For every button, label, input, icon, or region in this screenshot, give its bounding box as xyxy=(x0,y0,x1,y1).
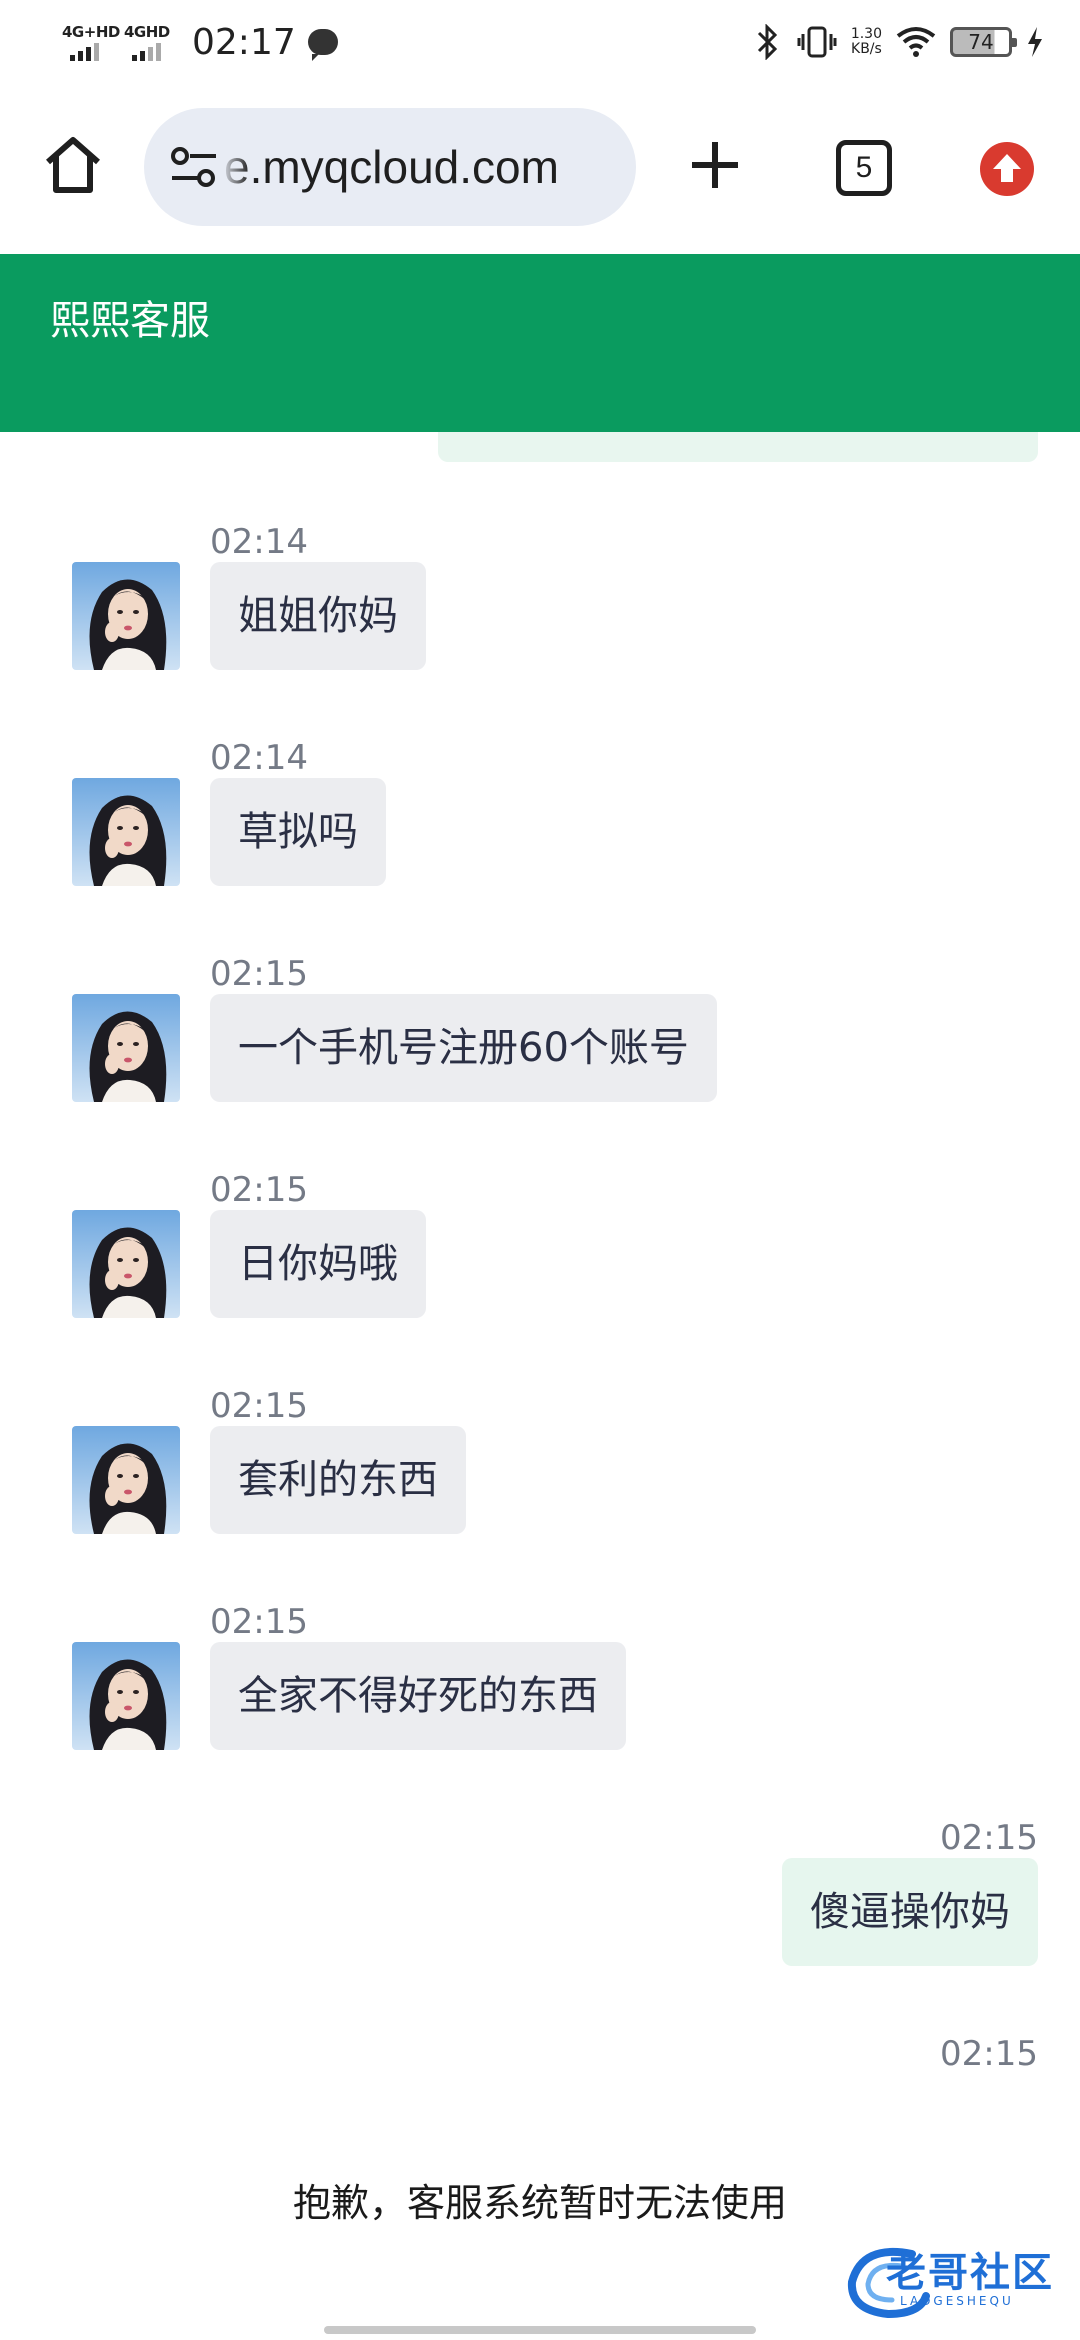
page-title: 熙熙客服 xyxy=(50,298,210,344)
bluetooth-icon xyxy=(757,24,777,60)
charging-icon xyxy=(1028,27,1042,57)
avatar[interactable] xyxy=(72,1426,180,1534)
message-time: 02:15 xyxy=(210,1170,308,1210)
watermark-text: 老哥社区 xyxy=(886,2250,1054,2296)
system-notice: 抱歉，客服系统暂时无法使用 xyxy=(292,2181,787,2225)
avatar[interactable] xyxy=(72,778,180,886)
avatar[interactable] xyxy=(72,994,180,1102)
message-time: 02:14 xyxy=(210,522,308,562)
message-bubble[interactable]: 全家不得好死的东西 xyxy=(210,1642,626,1750)
battery-level: 74 xyxy=(968,30,994,54)
message-bubble[interactable]: 草拟吗 xyxy=(210,778,386,886)
network-type-2: 4GHD xyxy=(124,23,170,41)
status-bar: 4G+HD 4GHD 02:17 1.30 KB/s 74 xyxy=(0,0,1080,84)
message-time: 02:15 xyxy=(210,954,308,994)
message-notification-icon xyxy=(307,29,338,61)
message-time: 02:15 xyxy=(210,1602,308,1642)
signal-2-icon: 4GHD xyxy=(124,21,182,63)
tab-count: 5 xyxy=(855,151,873,184)
wifi-icon xyxy=(896,27,936,57)
new-tab-button[interactable] xyxy=(682,132,748,198)
home-icon xyxy=(46,137,100,193)
url-text[interactable]: e.myqcloud.com xyxy=(224,108,559,226)
status-left: 4G+HD 4GHD 02:17 xyxy=(62,18,338,66)
network-speed-unit: KB/s xyxy=(851,41,882,57)
system-message-time: 02:15 xyxy=(940,2034,1038,2074)
tab-switcher-button[interactable]: 5 xyxy=(836,140,892,196)
address-bar[interactable]: e.myqcloud.com xyxy=(144,108,636,226)
chat-area[interactable]: 02:14 姐姐你妈 02:14 草拟吗 02:15 一个手机号注册60个账号 … xyxy=(0,390,1080,2310)
message-time: 02:15 xyxy=(210,1386,308,1426)
watermark-logo: 老哥社区 LAOGESHEQU xyxy=(842,2236,1066,2326)
watermark-subtext: LAOGESHEQU xyxy=(900,2294,1014,2308)
avatar-image xyxy=(72,994,180,1102)
avatar-image xyxy=(72,1210,180,1318)
battery-icon: 74 xyxy=(950,27,1017,57)
signal-1-icon: 4G+HD xyxy=(62,21,120,63)
avatar[interactable] xyxy=(72,1642,180,1750)
message-bubble[interactable]: 套利的东西 xyxy=(210,1426,466,1534)
plus-icon xyxy=(692,142,738,188)
home-indicator[interactable] xyxy=(324,2326,756,2334)
status-time: 02:17 xyxy=(192,21,296,63)
url-fade xyxy=(220,108,250,226)
message-time: 02:14 xyxy=(210,738,308,778)
avatar[interactable] xyxy=(72,1210,180,1318)
home-button[interactable] xyxy=(40,132,106,198)
chat-header: 熙熙客服 xyxy=(0,254,1080,432)
avatar-image xyxy=(72,1642,180,1750)
status-right: 1.30 KB/s 74 xyxy=(753,18,1044,66)
network-type-1: 4G+HD xyxy=(62,23,120,41)
message-bubble-self[interactable]: 傻逼操你妈 xyxy=(782,1858,1038,1966)
avatar[interactable] xyxy=(72,562,180,670)
vibrate-icon xyxy=(797,26,837,58)
update-button[interactable] xyxy=(980,142,1034,196)
avatar-image xyxy=(72,778,180,886)
network-speed: 1.30 KB/s xyxy=(851,27,882,57)
message-bubble[interactable]: 姐姐你妈 xyxy=(210,562,426,670)
arrow-up-icon xyxy=(993,154,1021,182)
message-bubble[interactable]: 日你妈哦 xyxy=(210,1210,426,1318)
tune-icon[interactable] xyxy=(168,144,220,190)
avatar-image xyxy=(72,1426,180,1534)
avatar-image xyxy=(72,562,180,670)
message-time: 02:15 xyxy=(940,1818,1038,1858)
browser-toolbar: e.myqcloud.com 5 xyxy=(0,96,1080,238)
network-speed-value: 1.30 xyxy=(850,26,882,42)
message-bubble[interactable]: 一个手机号注册60个账号 xyxy=(210,994,717,1102)
